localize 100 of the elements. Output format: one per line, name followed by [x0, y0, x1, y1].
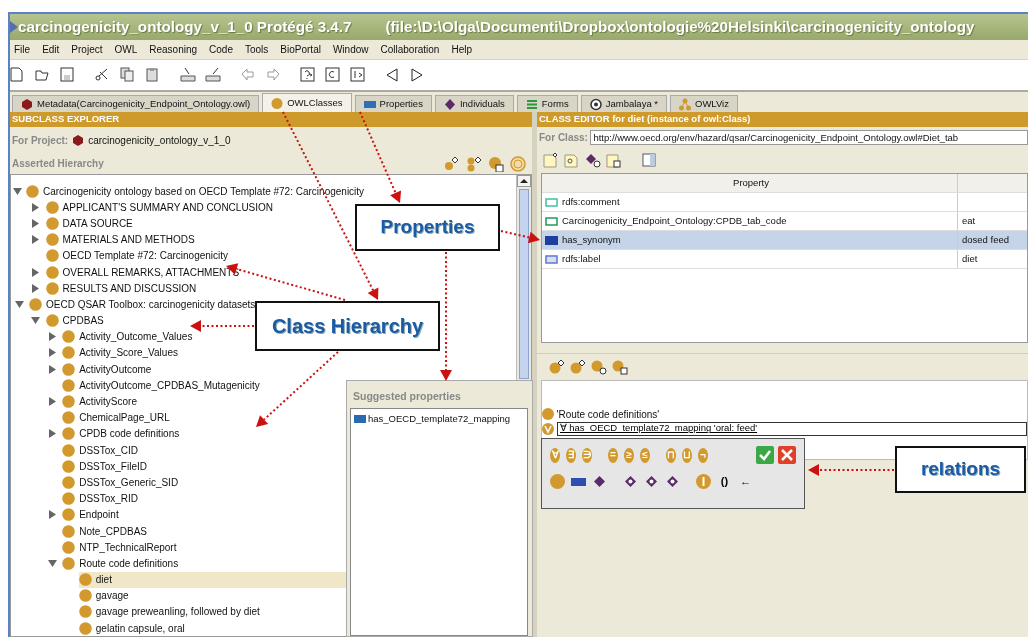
delete-class-icon[interactable]	[488, 155, 504, 172]
expand-toggle-icon[interactable]	[31, 202, 41, 212]
menu-item[interactable]: Project	[67, 42, 111, 57]
open-folder-icon[interactable]	[35, 67, 51, 83]
tree-item[interactable]: RESULTS AND DISCUSSION	[45, 280, 199, 297]
tree-item[interactable]: ActivityOutcome	[62, 361, 154, 378]
tab[interactable]: Metadata(Carcinogenicity_Endpoint_Ontology.owl)	[12, 95, 260, 112]
tree-item[interactable]: Carcinogenicity ontology based on OECD Template #72: Carcinogenicity	[26, 183, 367, 200]
menu-item[interactable]: Window	[328, 42, 377, 57]
tree-item[interactable]: MATERIALS AND METHODS	[45, 231, 197, 248]
class-query-icon[interactable]	[325, 67, 341, 83]
menu-item[interactable]: Help	[447, 42, 480, 57]
menu-item[interactable]: Reasoning	[145, 42, 206, 57]
tab[interactable]: OWLClasses	[262, 93, 352, 112]
add-class-icon[interactable]	[591, 359, 607, 375]
menu-item[interactable]: Tools	[241, 42, 277, 57]
menu-item[interactable]: BioPortal	[276, 42, 329, 57]
paste-icon[interactable]	[145, 67, 161, 83]
copy-icon[interactable]	[120, 67, 136, 83]
uri-field[interactable]: http://www.oecd.org/env/hazard/qsar/Carcinogenicity_Endpoint_Ontology.owl#Diet_tab	[590, 129, 1028, 145]
tree-item[interactable]: DATA SOURCE	[45, 215, 135, 232]
diamond-plus-icon[interactable]	[585, 152, 601, 168]
menu-item[interactable]: OWL	[110, 42, 146, 57]
new-note-icon[interactable]	[543, 152, 559, 168]
confirm-icon[interactable]	[756, 446, 774, 464]
list-item[interactable]: has_OECD_template72_mapping	[351, 411, 527, 426]
tab[interactable]: Forms	[516, 95, 578, 112]
tree-item[interactable]: ActivityScore	[62, 393, 139, 410]
collapse-toggle-icon[interactable]	[31, 316, 41, 326]
diamond-icon[interactable]	[644, 473, 659, 489]
table-row[interactable]: rdfs:comment	[542, 193, 1027, 212]
tree-item[interactable]: ActivityOutcome_CPDBAS_Mutagenicity	[62, 377, 262, 394]
expand-toggle-icon[interactable]	[31, 267, 41, 277]
scroll-thumb[interactable]	[519, 189, 529, 379]
query-icon[interactable]	[300, 67, 316, 83]
collapse-toggle-icon[interactable]	[14, 299, 24, 309]
tree-item[interactable]: NTP_TechnicalReport	[62, 539, 179, 556]
tree-item[interactable]: Note_CPDBAS	[62, 523, 149, 540]
expand-toggle-icon[interactable]	[47, 429, 57, 439]
symbol-button[interactable]: ←	[738, 472, 753, 490]
add-class-icon[interactable]	[570, 359, 586, 375]
tree-item[interactable]: DSSTox_FileID	[62, 458, 149, 475]
tree-item[interactable]: Activity_Score_Values	[62, 344, 180, 361]
delete-note-icon[interactable]	[606, 152, 622, 168]
expand-toggle-icon[interactable]	[47, 348, 57, 358]
tree-item[interactable]: CPDB code definitions	[62, 425, 182, 442]
panel-icon[interactable]	[641, 152, 657, 168]
tree-item[interactable]: gavage	[78, 587, 131, 604]
tree-item[interactable]: DSSTox_RID	[62, 490, 141, 507]
scroll-up-icon[interactable]	[517, 175, 531, 187]
menu-item[interactable]: Collaboration	[376, 42, 448, 57]
collapse-toggle-icon[interactable]	[13, 186, 22, 196]
symbol-button[interactable]: ()	[717, 472, 732, 490]
tree-item[interactable]: Route code definitions	[62, 555, 181, 572]
expression-field[interactable]: ∀ has_OECD_template72_mapping 'oral: feed'	[556, 421, 1027, 436]
tree-item[interactable]: DSSTox_Generic_SID	[62, 474, 181, 491]
tree-item[interactable]: diet	[78, 571, 347, 588]
tree-item[interactable]: CPDBAS	[45, 312, 106, 329]
tab[interactable]: Individuals	[434, 95, 514, 112]
add-subclass-icon[interactable]	[444, 155, 460, 172]
add-class-icon[interactable]	[549, 359, 565, 375]
redo-icon[interactable]	[265, 67, 281, 83]
save-icon[interactable]	[60, 67, 76, 83]
import-icon[interactable]	[180, 67, 196, 83]
tab[interactable]: OWLViz	[670, 95, 738, 112]
diamond-icon[interactable]	[665, 473, 680, 489]
menu-item[interactable]: Code	[205, 42, 241, 57]
tab[interactable]: Properties	[354, 95, 432, 112]
diamond-icon[interactable]	[623, 473, 638, 489]
tree-item[interactable]: ChemicalPage_URL	[62, 409, 172, 426]
tree-item[interactable]: OVERALL REMARKS, ATTACHMENTS	[45, 264, 242, 281]
tree-item[interactable]: gavage preweanling, followed by diet	[78, 603, 262, 620]
expand-toggle-icon[interactable]	[31, 235, 41, 245]
tree-item[interactable]: OECD Template #72: Carcinogenicity	[45, 247, 231, 264]
menu-item[interactable]: File	[10, 42, 39, 57]
undo-icon[interactable]	[240, 67, 256, 83]
expand-toggle-icon[interactable]	[47, 332, 57, 342]
back-icon[interactable]	[385, 67, 401, 83]
diamond-icon[interactable]	[592, 473, 607, 489]
tree-item[interactable]: gelatin capsule, oral	[78, 620, 187, 636]
new-file-icon[interactable]	[10, 67, 26, 83]
tree-item[interactable]: Activity_Outcome_Values	[62, 328, 195, 345]
expand-toggle-icon[interactable]	[31, 283, 41, 293]
expand-toggle-icon[interactable]	[31, 218, 41, 228]
add-sibling-icon[interactable]	[466, 155, 482, 172]
tree-item[interactable]: OECD QSAR Toolbox: carcinogenicity datasets	[29, 296, 258, 313]
close-icon[interactable]	[778, 446, 796, 464]
collapse-toggle-icon[interactable]	[47, 558, 57, 568]
tree-item[interactable]: APPLICANT'S SUMMARY AND CONCLUSION	[45, 199, 276, 216]
table-row[interactable]: has_synonym dosed feed	[542, 231, 1027, 250]
expand-toggle-icon[interactable]	[47, 510, 57, 520]
menu-item[interactable]: Edit	[38, 42, 68, 57]
remove-class-icon[interactable]	[612, 359, 628, 375]
expand-toggle-icon[interactable]	[47, 397, 57, 407]
tab[interactable]: Jambalaya *	[580, 95, 667, 112]
export-icon[interactable]	[205, 67, 221, 83]
table-row[interactable]: rdfs:label diet	[542, 250, 1027, 269]
tree-item[interactable]: DSSTox_CID	[62, 442, 141, 459]
tree-item[interactable]: Endpoint	[62, 506, 121, 523]
instance-query-icon[interactable]	[350, 67, 366, 83]
